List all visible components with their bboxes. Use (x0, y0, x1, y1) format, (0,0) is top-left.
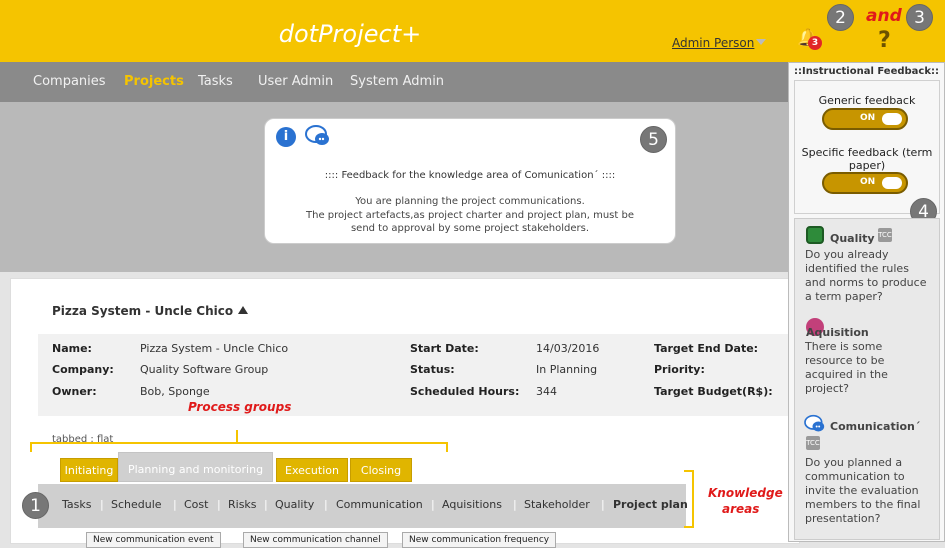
ka-project-plan[interactable]: Project plan (613, 498, 688, 511)
name-label: Name: (52, 342, 92, 355)
communication-text-4: members to the final (805, 498, 921, 511)
nav-tasks[interactable]: Tasks (198, 74, 233, 89)
start-date-label: Start Date: (410, 342, 479, 355)
notification-badge: 3 (808, 36, 822, 50)
ka-separator: | (217, 498, 221, 511)
generic-toggle-state: ON (860, 113, 876, 123)
quality-icon (806, 226, 824, 244)
ka-separator: | (264, 498, 268, 511)
marker-2: 2 (827, 4, 854, 31)
scheduled-hours-label: Scheduled Hours: (410, 385, 520, 398)
company-value[interactable]: Quality Software Group (140, 363, 268, 376)
ka-separator: | (513, 498, 517, 511)
marker-3: 3 (906, 4, 933, 31)
chevron-down-icon[interactable] (756, 39, 766, 45)
nav-companies[interactable]: Companies (33, 74, 106, 89)
target-end-label: Target End Date: (654, 342, 759, 355)
knowledge-annotation: Knowledge (708, 486, 783, 500)
tcc-icon: TCC (878, 228, 892, 242)
tab-closing[interactable]: Closing (350, 458, 412, 482)
status-label: Status: (410, 363, 455, 376)
feedback-line-1: You are planning the project communicati… (355, 196, 585, 207)
new-communication-frequency-button[interactable]: New communication frequency (402, 532, 557, 548)
marker-1: 1 (22, 492, 49, 519)
quality-text-3: and norms to produce (805, 276, 927, 289)
nav-projects[interactable]: Projects (124, 74, 184, 89)
aquisition-title: Aquisition (806, 326, 869, 339)
help-icon[interactable]: ? (878, 28, 891, 53)
specific-feedback-label-1: Specific feedback (term (801, 146, 933, 159)
ka-tasks[interactable]: Tasks (62, 498, 91, 511)
communication-text-2: communication to (805, 470, 905, 483)
communication-text-5: presentation? (805, 512, 881, 525)
ka-separator: | (601, 498, 605, 511)
ka-aquisitions[interactable]: Aquisitions (442, 498, 502, 511)
new-communication-channel-button[interactable]: New communication channel (243, 532, 388, 548)
specific-feedback-label-2: paper) (848, 159, 886, 172)
specific-toggle-state: ON (860, 177, 876, 187)
nav-user-admin[interactable]: User Admin (258, 74, 333, 89)
communication-text-1: Do you planned a (805, 456, 903, 469)
tab-initiating[interactable]: Initiating (60, 458, 118, 482)
feedback-line-2: The project artefacts,as project charter… (306, 210, 634, 221)
chat-bubble-icon (305, 125, 329, 145)
tcc-icon: TCC (806, 436, 820, 450)
bracket-tick (236, 430, 238, 442)
toggle-knob (882, 113, 902, 125)
quality-text-1: Do you already (805, 248, 889, 261)
collapse-caret-icon[interactable] (238, 306, 248, 314)
aquisition-text-4: project? (805, 382, 850, 395)
name-value: Pizza System - Uncle Chico (140, 342, 289, 355)
sidebar-heading: ::Instructional Feedback:: (793, 66, 940, 77)
aquisition-text-2: resource to be (805, 354, 885, 367)
tab-planning-and-monitoring[interactable]: Planning and monitoring (118, 452, 273, 482)
quality-title: Quality (830, 232, 875, 245)
marker-5: 5 (640, 126, 667, 153)
ka-quality[interactable]: Quality (275, 498, 314, 511)
ka-schedule[interactable]: Schedule (111, 498, 162, 511)
feedback-line-3: send to approval by some project stakeho… (350, 223, 590, 234)
feedback-title: :::: Feedback for the knowledge area of … (324, 170, 616, 181)
owner-label: Owner: (52, 385, 97, 398)
ka-communication[interactable]: Communication (336, 498, 423, 511)
communication-title: Comunication´ (830, 420, 921, 433)
areas-annotation: areas (722, 502, 760, 516)
ka-stakeholder[interactable]: Stakeholder (524, 498, 590, 511)
ka-separator: | (100, 498, 104, 511)
generic-feedback-label: Generic feedback (818, 94, 916, 107)
project-title: Pizza System - Uncle Chico (52, 304, 234, 318)
ka-cost[interactable]: Cost (184, 498, 208, 511)
ka-separator: | (173, 498, 177, 511)
tab-execution[interactable]: Execution (276, 458, 348, 482)
company-label: Company: (52, 363, 114, 376)
new-communication-event-button[interactable]: New communication event (86, 532, 221, 548)
status-value: In Planning (536, 363, 598, 376)
chat-bubble-icon (804, 414, 825, 432)
toggle-knob (882, 177, 902, 189)
nav-system-admin[interactable]: System Admin (350, 74, 444, 89)
start-date-value: 14/03/2016 (536, 342, 600, 355)
budget-label: Target Budget(R$): (654, 385, 773, 398)
quality-text-2: identified the rules (805, 262, 909, 275)
app-brand[interactable]: dotProject+ (0, 20, 700, 48)
info-icon: i (276, 127, 296, 147)
ka-separator: | (324, 498, 328, 511)
specific-feedback-toggle[interactable]: ON (822, 172, 908, 194)
knowledge-areas-bracket (684, 470, 694, 528)
generic-feedback-toggle[interactable]: ON (822, 108, 908, 130)
quality-text-4: a term paper? (805, 290, 883, 303)
ka-risks[interactable]: Risks (228, 498, 257, 511)
ka-separator: | (431, 498, 435, 511)
scheduled-hours-value: 344 (536, 385, 557, 398)
communication-text-3: invite the evaluation (805, 484, 919, 497)
process-groups-annotation: Process groups (188, 400, 292, 414)
user-menu[interactable]: Admin Person (672, 36, 754, 50)
and-annotation: and (866, 6, 902, 26)
view-mode-toggle[interactable]: tabbed : flat (52, 434, 113, 445)
owner-value: Bob, Sponge (140, 385, 210, 398)
aquisition-text-1: There is some (805, 340, 883, 353)
aquisition-text-3: acquired in the (805, 368, 888, 381)
priority-label: Priority: (654, 363, 705, 376)
